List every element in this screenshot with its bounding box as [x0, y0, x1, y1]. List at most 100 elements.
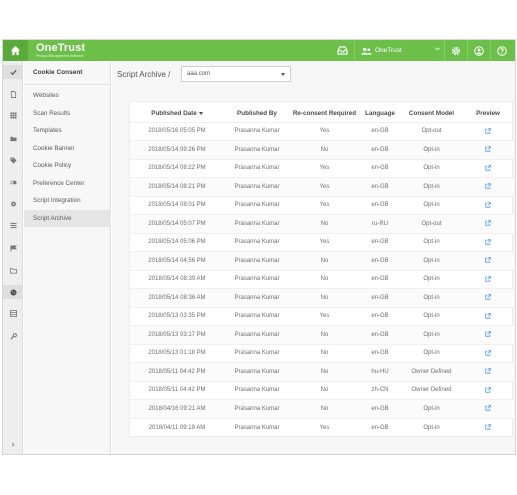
cell-published-by: Prasanna Kumar	[224, 214, 290, 233]
subnav-item-script-archive[interactable]: Script Archive	[24, 210, 111, 227]
cell-language: en-GB	[359, 140, 401, 159]
cell-consent-model: Opt-in	[401, 269, 462, 289]
rail-cookie-consent[interactable]	[3, 285, 23, 299]
subnav-item-preference-center[interactable]: Preference Center	[24, 175, 111, 192]
preview-link[interactable]	[462, 158, 514, 178]
cell-published-date: 2018/05/13 03:17 PM	[130, 325, 224, 344]
breadcrumb: Script Archive /	[117, 70, 171, 79]
domain-select[interactable]: aaa.com	[181, 66, 291, 82]
table-row: 2018/04/16 09:21 AM Prasanna Kumar No en-GB…	[130, 399, 514, 418]
wrench-icon	[9, 332, 17, 340]
rail-check[interactable]	[3, 65, 23, 79]
col-header-reconsent[interactable]: Re-consent Required	[290, 106, 359, 122]
cell-published-date: 2018/05/14 08:39 AM	[130, 269, 224, 289]
cell-language: en-GB	[359, 158, 401, 178]
rail-pin[interactable]	[3, 197, 23, 211]
brand-logo[interactable]: OneTrust Privacy Management Software	[36, 42, 85, 58]
preview-link[interactable]	[462, 214, 514, 233]
preview-link[interactable]	[462, 380, 514, 400]
preview-link[interactable]	[462, 417, 514, 437]
rail-flag[interactable]	[3, 241, 23, 255]
cell-published-date: 2018/05/14 09:26 PM	[130, 140, 224, 159]
subnav-item-cookie-banner[interactable]: Cookie Banner	[24, 140, 111, 157]
sort-desc-icon	[198, 112, 203, 116]
col-header-published-by[interactable]: Published By	[224, 106, 290, 122]
cell-reconsent: Yes	[290, 177, 359, 196]
subnav-item-websites[interactable]: Websites	[24, 87, 111, 104]
preview-link[interactable]	[462, 140, 514, 159]
external-link-icon	[485, 239, 491, 245]
settings-button[interactable]	[445, 40, 467, 61]
subnav-item-templates[interactable]: Templates	[24, 122, 111, 139]
folder-icon	[9, 136, 17, 141]
home-button[interactable]	[3, 40, 28, 61]
preview-link[interactable]	[462, 288, 514, 307]
grid-icon	[9, 111, 17, 119]
top-bar: OneTrust Privacy Management Software One…	[3, 40, 515, 61]
cell-consent-model: Opt-in	[401, 177, 462, 196]
help-button[interactable]	[491, 40, 513, 61]
cell-published-by: Prasanna Kumar	[224, 362, 290, 381]
cell-published-date: 2018/05/14 08:22 PM	[130, 158, 224, 178]
cell-language: en-GB	[359, 306, 401, 326]
list-icon	[9, 222, 17, 228]
cell-published-by: Prasanna Kumar	[224, 232, 290, 252]
rail-tags[interactable]	[3, 153, 23, 167]
cell-consent-model: Opt-in	[401, 343, 462, 363]
preview-link[interactable]	[462, 325, 514, 344]
cell-consent-model: Opt-out	[401, 214, 462, 233]
cell-reconsent: Yes	[290, 232, 359, 252]
rail-list[interactable]	[3, 218, 23, 232]
cell-published-by: Prasanna Kumar	[224, 140, 290, 159]
users-icon	[361, 47, 372, 55]
rail-toggle[interactable]	[3, 175, 23, 189]
rail-tools[interactable]	[3, 329, 23, 343]
rail-folder[interactable]	[3, 131, 23, 145]
cell-reconsent: No	[290, 214, 359, 233]
table-row: 2018/05/14 09:26 PM Prasanna Kumar No en-GB…	[130, 140, 514, 159]
external-link-icon	[485, 165, 491, 171]
preview-link[interactable]	[462, 251, 514, 270]
col-header-language[interactable]: Language	[359, 106, 401, 122]
preview-link[interactable]	[462, 362, 514, 381]
rail-expand-button[interactable]: ›	[3, 437, 23, 451]
preview-link[interactable]	[462, 399, 514, 418]
col-header-published-date[interactable]: Published Date	[130, 106, 224, 122]
subnav-title: Cookie Consent	[24, 61, 111, 85]
rail-grid[interactable]	[3, 108, 23, 122]
cell-published-date: 2018/05/14 05:07 PM	[130, 214, 224, 233]
cell-published-by: Prasanna Kumar	[224, 269, 290, 289]
subnav-item-cookie-policy[interactable]: Cookie Policy	[24, 157, 111, 174]
rail-folder-outline[interactable]	[3, 263, 23, 277]
inbox-button[interactable]	[331, 40, 353, 61]
cell-reconsent: No	[290, 140, 359, 159]
cell-language: en-GB	[359, 177, 401, 196]
cell-reconsent: Yes	[290, 121, 359, 141]
preview-link[interactable]	[462, 232, 514, 252]
table-row: 2018/05/13 01:18 PM Prasanna Kumar No en-GB…	[130, 343, 514, 363]
preview-link[interactable]	[462, 269, 514, 289]
rail-table[interactable]	[3, 306, 23, 320]
cell-language: zh-CN	[359, 380, 401, 400]
preview-link[interactable]	[462, 306, 514, 326]
cell-reconsent: No	[290, 399, 359, 418]
cell-reconsent: No	[290, 325, 359, 344]
profile-button[interactable]	[468, 40, 490, 61]
external-link-icon	[485, 202, 491, 208]
preview-link[interactable]	[462, 177, 514, 196]
preview-link[interactable]	[462, 121, 514, 141]
col-header-consent-model[interactable]: Consent Model	[401, 106, 462, 122]
cell-consent-model: Opt-in	[401, 158, 462, 178]
subnav-item-scan-results[interactable]: Scan Results	[24, 105, 111, 122]
external-link-icon	[485, 128, 491, 134]
preview-link[interactable]	[462, 195, 514, 215]
table-row: 2018/05/14 08:36 AM Prasanna Kumar No en-GB…	[130, 288, 514, 307]
external-link-icon	[485, 387, 491, 393]
table-row: 2018/05/13 03:35 PM Prasanna Kumar Yes en-G…	[130, 306, 514, 326]
subnav-item-script-integration[interactable]: Script Integration	[24, 192, 111, 209]
preview-link[interactable]	[462, 343, 514, 363]
org-switcher[interactable]: OneTrust	[358, 40, 444, 61]
rail-documents[interactable]	[3, 87, 23, 101]
inbox-icon	[336, 46, 348, 55]
cell-published-date: 2018/04/11 09:19 AM	[130, 417, 224, 437]
